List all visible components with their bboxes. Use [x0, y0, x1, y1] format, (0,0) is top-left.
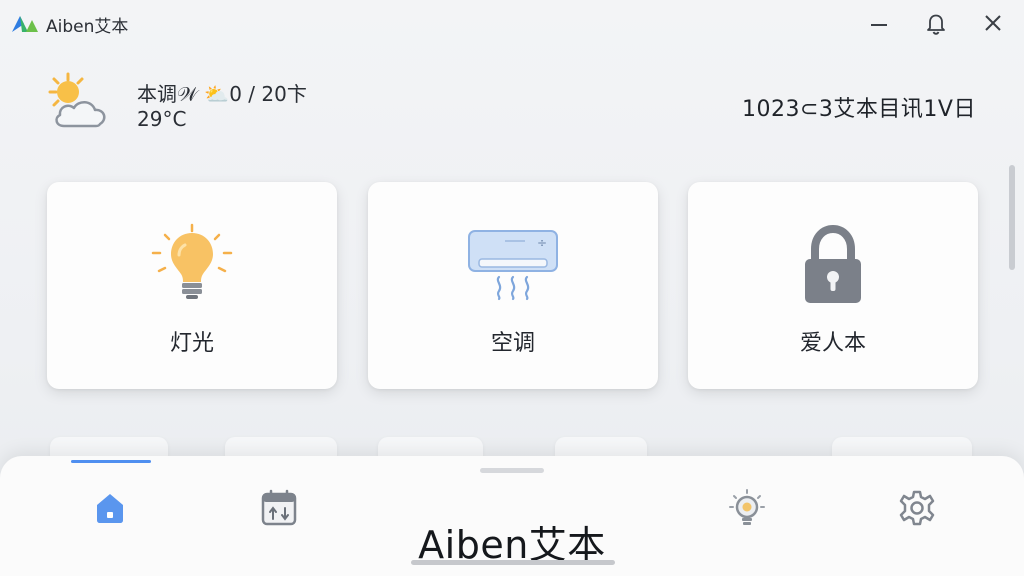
device-card-light[interactable]: 灯光: [47, 182, 337, 389]
date-display: 1023⊂3艾本目讯1V日: [742, 97, 976, 122]
weather-summary: 本调𝒲 ⛅0 / 20卞: [137, 82, 307, 106]
nav-active-indicator: [71, 460, 151, 463]
device-label-lock: 爱人本: [799, 331, 866, 356]
device-card-ac[interactable]: ÷ 空调: [368, 182, 658, 389]
device-label-ac: 空调: [490, 331, 535, 356]
title-bar: Aiben艾本: [0, 0, 1024, 44]
device-label-light: 灯光: [169, 331, 214, 356]
device-card-lock[interactable]: 爱人本: [688, 182, 978, 389]
air-conditioner-icon: ÷: [463, 220, 563, 310]
close-icon[interactable]: [978, 8, 1008, 38]
light-bulb-icon: [142, 220, 242, 310]
bottom-nav-sheet: Aiben艾本: [0, 456, 1024, 576]
svg-text:÷: ÷: [537, 236, 547, 250]
partly-cloudy-icon: [42, 70, 122, 132]
home-indicator-bar[interactable]: [411, 560, 615, 565]
app-logo-icon: [10, 12, 40, 34]
lock-icon: [783, 220, 883, 310]
bell-icon[interactable]: [921, 8, 951, 38]
weather-temperature: 29°C: [137, 107, 187, 131]
minimize-icon[interactable]: [864, 8, 894, 38]
app-title: Aiben艾本: [46, 17, 129, 37]
sheet-drag-handle[interactable]: [480, 468, 544, 473]
scrollbar[interactable]: [1009, 165, 1015, 270]
